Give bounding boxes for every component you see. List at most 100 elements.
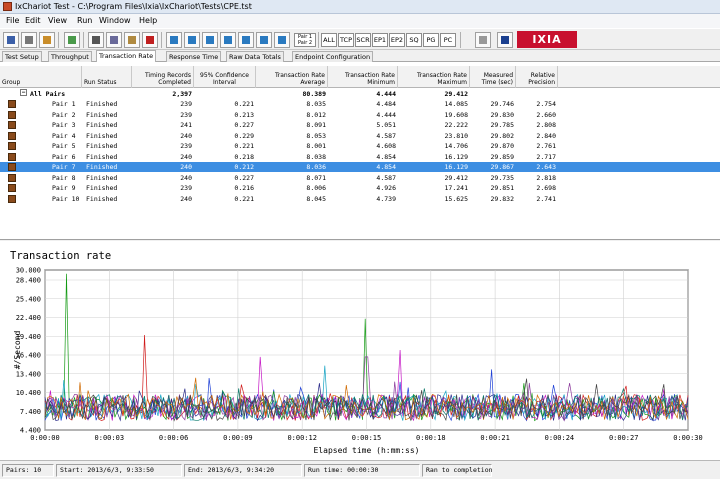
run-status: Finished bbox=[86, 110, 118, 119]
transaction-rate-maximum: 17.241 bbox=[444, 184, 468, 192]
toolbar-separator bbox=[161, 32, 162, 48]
transaction-rate-maximum: 16.129 bbox=[444, 163, 468, 171]
status-start: Start: 2013/6/3, 9:33:50 bbox=[56, 464, 182, 477]
pair-clone-icon[interactable] bbox=[256, 32, 272, 48]
collapse-toggle[interactable]: − bbox=[20, 89, 27, 96]
transaction-rate-average: 8.036 bbox=[306, 163, 326, 171]
relative-precision: 2.698 bbox=[536, 184, 556, 192]
transaction-rate-average: 8.045 bbox=[306, 194, 326, 203]
filter-sq-button[interactable]: SQ bbox=[406, 33, 422, 47]
y-tick-label: 28.400 bbox=[16, 277, 41, 285]
table-row[interactable]: Pair 8 Finished 240 0.227 8.071 4.587 29.412 29… bbox=[0, 173, 720, 183]
edit-pair-icon[interactable] bbox=[64, 32, 80, 48]
measured-time: 29.832 bbox=[490, 194, 514, 203]
measured-time: 29.785 bbox=[490, 121, 514, 129]
pair-swap-icon[interactable] bbox=[238, 32, 254, 48]
export-icon[interactable] bbox=[39, 32, 55, 48]
all-pairs-row[interactable]: − All Pairs 2,397 80.389 4.444 29.412 bbox=[0, 89, 720, 99]
delete-icon[interactable] bbox=[142, 32, 158, 48]
paste-icon[interactable] bbox=[124, 32, 140, 48]
tab-transaction-rate[interactable]: Transaction Rate bbox=[96, 50, 157, 62]
menu-window[interactable]: Window bbox=[99, 16, 131, 25]
tab-raw-data-totals[interactable]: Raw Data Totals bbox=[226, 51, 284, 62]
col-tr-maximum[interactable]: Transaction Rate Maximum bbox=[398, 66, 470, 88]
col-precision[interactable]: Relative Precision bbox=[516, 66, 558, 88]
app-icon bbox=[3, 2, 12, 11]
x-tick-label: 0:00:09 bbox=[223, 434, 253, 442]
col-confidence[interactable]: 95% Confidence Interval bbox=[194, 66, 256, 88]
tab-strip: Test Setup Throughput Transaction Rate R… bbox=[0, 50, 720, 62]
col-measured-time[interactable]: Measured Time (sec) bbox=[470, 66, 516, 88]
relative-precision: 2.818 bbox=[536, 173, 556, 182]
filter-all-button[interactable]: ALL bbox=[321, 33, 337, 47]
col-tr-average[interactable]: Transaction Rate Average bbox=[256, 66, 328, 88]
tab-response-time[interactable]: Response Time bbox=[166, 51, 222, 62]
table-row[interactable]: Pair 6 Finished 240 0.218 8.038 4.854 16.129 29… bbox=[0, 152, 720, 162]
filter-ep1-button[interactable]: EP1 bbox=[372, 33, 388, 47]
table-row[interactable]: Pair 7 Finished 240 0.212 8.036 4.854 16.129 29… bbox=[0, 162, 720, 172]
menu-help[interactable]: Help bbox=[139, 16, 157, 25]
run-status: Finished bbox=[86, 131, 118, 140]
confidence-interval: 0.221 bbox=[234, 142, 254, 150]
run-status: Finished bbox=[86, 152, 118, 161]
relative-precision: 2.808 bbox=[536, 121, 556, 129]
tab-endpoint-configuration[interactable]: Endpoint Configuration bbox=[292, 51, 374, 62]
tab-throughput[interactable]: Throughput bbox=[48, 51, 92, 62]
table-row[interactable]: Pair 1 Finished 239 0.221 8.035 4.484 14.085 29… bbox=[0, 99, 720, 109]
print-icon[interactable] bbox=[21, 32, 37, 48]
menu-bar: File Edit View Run Window Help bbox=[0, 14, 720, 28]
save-icon[interactable] bbox=[3, 32, 19, 48]
timing-records: 239 bbox=[180, 184, 192, 192]
col-run-status[interactable]: Run Status bbox=[82, 66, 132, 88]
table-row[interactable]: Pair 10 Finished 240 0.221 8.045 4.739 15.625 2… bbox=[0, 194, 720, 204]
col-group[interactable]: Group bbox=[0, 66, 82, 88]
menu-view[interactable]: View bbox=[48, 16, 67, 25]
confidence-interval: 0.221 bbox=[234, 100, 254, 108]
status-end: End: 2013/6/3, 9:34:20 bbox=[184, 464, 302, 477]
all-pairs-maximum: 29.412 bbox=[444, 90, 468, 98]
transaction-rate-maximum: 15.625 bbox=[444, 194, 468, 203]
col-timing-records[interactable]: Timing Records Completed bbox=[132, 66, 194, 88]
timing-records: 239 bbox=[180, 142, 192, 150]
menu-file[interactable]: File bbox=[6, 16, 19, 25]
tab-test-setup[interactable]: Test Setup bbox=[2, 51, 42, 62]
transaction-rate-average: 8.006 bbox=[306, 184, 326, 192]
filter-pg-button[interactable]: PG bbox=[423, 33, 439, 47]
menu-run[interactable]: Run bbox=[77, 16, 92, 25]
table-row[interactable]: Pair 9 Finished 239 0.216 8.006 4.926 17.241 29… bbox=[0, 183, 720, 193]
col-tr-minimum[interactable]: Transaction Rate Minimum bbox=[328, 66, 398, 88]
transaction-rate-average: 8.035 bbox=[306, 100, 326, 108]
menu-edit[interactable]: Edit bbox=[25, 16, 41, 25]
filter-pc-button[interactable]: PC bbox=[440, 33, 456, 47]
add-pair-icon[interactable] bbox=[166, 32, 182, 48]
timing-records: 241 bbox=[180, 121, 192, 129]
x-tick-label: 0:00:12 bbox=[287, 434, 317, 442]
cut-icon[interactable] bbox=[88, 32, 104, 48]
filter-scr-button[interactable]: SCR bbox=[355, 33, 371, 47]
info-icon[interactable] bbox=[497, 32, 513, 48]
pair-name: Pair 9 bbox=[52, 184, 76, 192]
relative-precision: 2.643 bbox=[536, 163, 556, 171]
pair-link-icon[interactable] bbox=[220, 32, 236, 48]
timing-records: 239 bbox=[180, 110, 192, 119]
toolbar-separator bbox=[318, 32, 319, 48]
filter-tcp-button[interactable]: TCP bbox=[338, 33, 354, 47]
filter-ep2-button[interactable]: EP2 bbox=[389, 33, 405, 47]
all-pairs-label: All Pairs bbox=[30, 90, 66, 98]
pair-settings-icon[interactable] bbox=[274, 32, 290, 48]
table-row[interactable]: Pair 3 Finished 241 0.227 8.091 5.051 22.222 29… bbox=[0, 120, 720, 130]
transaction-rate-minimum: 4.484 bbox=[376, 100, 396, 108]
table-row[interactable]: Pair 4 Finished 240 0.229 8.053 4.587 23.810 29… bbox=[0, 131, 720, 141]
pair-toggle-button[interactable]: Pair 1 Pair 2 bbox=[294, 33, 316, 47]
table-row[interactable]: Pair 2 Finished 239 0.213 8.012 4.444 19.608 29… bbox=[0, 110, 720, 120]
timing-records: 240 bbox=[180, 152, 192, 161]
options-icon[interactable] bbox=[475, 32, 491, 48]
copy-icon[interactable] bbox=[106, 32, 122, 48]
measured-time: 29.830 bbox=[490, 110, 514, 119]
grid-header: Group Run Status Timing Records Complete… bbox=[0, 66, 720, 88]
pair-name: Pair 2 bbox=[52, 110, 76, 119]
table-row[interactable]: Pair 5 Finished 239 0.221 8.001 4.608 14.706 29… bbox=[0, 141, 720, 151]
pair-group-icon[interactable] bbox=[202, 32, 218, 48]
pair-icon bbox=[8, 173, 16, 182]
add-multicast-icon[interactable] bbox=[184, 32, 200, 48]
